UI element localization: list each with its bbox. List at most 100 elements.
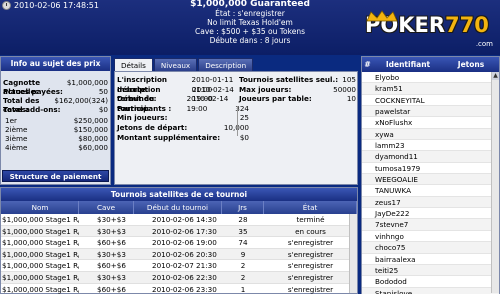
detail-row: L'inscription débute: 2010-01-11 01:00	[117, 75, 249, 94]
prize-row: 2ième $150,000	[3, 125, 108, 134]
info-value: $162,000(324)	[54, 96, 108, 105]
detail-row: Jetons de départ:10,000	[117, 123, 249, 133]
detail-label: L'inscription débute:	[117, 75, 168, 94]
satellite-jrs: 2	[240, 261, 246, 271]
satellite-row[interactable]: $1,000,000 Stage1 R/... $60+$6 2010-02-06 …	[1, 284, 357, 294]
satellites-header: Nom Cave Début du tournoi Jrs État	[1, 201, 357, 214]
satellites-scrollbar[interactable]	[349, 214, 357, 293]
tab-levels[interactable]: Niveaux	[153, 58, 198, 71]
sat-col-jrs[interactable]: Jrs	[222, 201, 264, 214]
satellite-etat: terminé	[296, 215, 325, 224]
sat-col-etat[interactable]: État	[264, 201, 357, 214]
clock-icon	[2, 1, 11, 10]
player-row[interactable]: xNoFlushx	[362, 117, 499, 129]
payment-structure-button[interactable]: Structure de paiement	[2, 170, 109, 182]
players-col-id[interactable]: Identifiant	[373, 57, 443, 72]
detail-row: Montant supplémentaire: $0	[117, 133, 249, 143]
satellite-date: 2010-02-06 17:30	[152, 226, 217, 236]
satellite-cave: $60+$6	[97, 284, 126, 294]
satellite-nom: $1,000,000 Stage1 R/...	[2, 226, 79, 236]
sat-col-date[interactable]: Début du tournoi	[134, 201, 222, 214]
players-col-chips[interactable]: Jetons	[443, 57, 499, 72]
player-row[interactable]: Elyobo	[362, 72, 499, 84]
prize-info-title: Info au sujet des prix	[1, 57, 110, 71]
player-index	[362, 151, 373, 161]
satellite-jrs: 74	[238, 238, 248, 248]
details-divider	[237, 106, 238, 136]
player-row[interactable]: lamm23	[362, 140, 499, 152]
info-value: $1,000,000	[66, 78, 108, 87]
player-row[interactable]: vinhngo	[362, 231, 499, 243]
players-scrollbar[interactable]: ▲	[491, 72, 499, 293]
player-row[interactable]: 7stevne7	[362, 219, 499, 231]
player-row[interactable]: choco75	[362, 242, 499, 254]
satellite-cave: $60+$6	[97, 238, 126, 248]
satellite-cave: $30+$3	[97, 249, 126, 259]
players-col-index[interactable]: #	[362, 57, 373, 72]
detail-label: Min joueurs:	[117, 113, 168, 123]
tournament-title: $1,000,000 Guaranteed	[190, 0, 310, 9]
player-name: Stanislove	[375, 288, 413, 294]
player-index	[362, 208, 373, 218]
scroll-up-icon[interactable]: ▲	[492, 72, 499, 80]
player-row[interactable]: tumosa1979	[362, 163, 499, 175]
player-name: zeus17	[375, 197, 401, 207]
player-name: kram51	[375, 84, 403, 94]
prize-row: 1er $250,000	[3, 116, 108, 125]
satellite-row[interactable]: $1,000,000 Stage1 R/... $30+$3 2010-02-06 …	[1, 271, 357, 284]
prize-amount: $60,000	[78, 143, 108, 152]
satellite-row[interactable]: $1,000,000 Stage1 R/... $60+$6 2010-02-07 …	[1, 260, 357, 272]
player-index	[362, 106, 373, 116]
satellite-jrs: 2	[240, 272, 246, 282]
detail-value: $0	[239, 132, 249, 142]
player-index	[362, 219, 373, 229]
player-row[interactable]: TANUWKA	[362, 185, 499, 197]
player-index	[362, 117, 373, 127]
players-list: # Identifiant Jetons Elyobo kram51 COCKNEY…	[361, 56, 500, 294]
player-name: lamm23	[375, 141, 405, 151]
satellite-nom: $1,000,000 Stage1 R/...	[2, 238, 79, 248]
detail-row: Tournois satellites seul.: 105	[239, 75, 356, 85]
player-name: bairraalexa	[375, 254, 416, 264]
satellite-row[interactable]: $1,000,000 Stage1 R/... $60+$6 2010-02-06 …	[1, 237, 357, 249]
datetime-display: 2010-02-06 17:48:51	[2, 1, 99, 10]
player-row[interactable]: WEEGOALIE	[362, 174, 499, 186]
player-name: teiti25	[375, 265, 399, 275]
prize-place: 2ième	[5, 125, 28, 134]
player-name: choco75	[375, 243, 406, 253]
tab-description[interactable]: Description	[198, 58, 254, 71]
detail-value: 10	[346, 94, 356, 104]
player-row[interactable]: xywa	[362, 128, 499, 141]
detail-value: 50000	[333, 84, 356, 94]
player-row[interactable]: bairraalexa	[362, 254, 499, 265]
satellite-cave: $30+$3	[97, 272, 126, 282]
player-row[interactable]: pawelstar	[362, 106, 499, 118]
player-row[interactable]: Bododod	[362, 276, 499, 288]
satellites-title: Tournois satellites de ce tournoi	[1, 188, 357, 201]
player-row[interactable]: Stanislove	[362, 287, 499, 294]
detail-row: Participants :324	[117, 104, 249, 114]
player-row[interactable]: zeus17	[362, 196, 499, 209]
satellite-jrs: 28	[238, 215, 248, 224]
header: 2010-02-06 17:48:51 $1,000,000 Guarantee…	[0, 0, 500, 55]
satellite-row[interactable]: $1,000,000 Stage1 R/... $30+$3 2010-02-06 …	[1, 214, 357, 226]
info-row: Total des caves: $162,000(324)	[3, 96, 108, 114]
info-value: $0	[98, 105, 108, 114]
player-row[interactable]: COCKNEYITAL	[362, 95, 499, 107]
satellite-nom: $1,000,000 Stage1 R/...	[2, 272, 79, 282]
satellite-date: 2010-02-06 20:30	[152, 249, 217, 259]
tab-details[interactable]: Détails	[114, 58, 153, 71]
info-label: Cagnotte actuelle:	[3, 78, 41, 96]
satellite-row[interactable]: $1,000,000 Stage1 R/... $30+$3 2010-02-06 …	[1, 225, 357, 238]
player-row[interactable]: teiti25	[362, 264, 499, 277]
satellite-jrs: 1	[240, 284, 246, 294]
info-label: Places payées:	[3, 87, 63, 96]
player-row[interactable]: kram51	[362, 83, 499, 95]
player-row[interactable]: dyamond11	[362, 151, 499, 163]
player-row[interactable]: JayDe222	[362, 208, 499, 220]
sat-col-cave[interactable]: Cave	[79, 201, 134, 214]
sat-col-nom[interactable]: Nom	[1, 201, 79, 214]
tournament-game: No limit Texas Hold'em	[207, 18, 293, 27]
player-name: xNoFlushx	[375, 118, 413, 128]
satellite-row[interactable]: $1,000,000 Stage1 R/... $30+$3 2010-02-06 …	[1, 248, 357, 261]
